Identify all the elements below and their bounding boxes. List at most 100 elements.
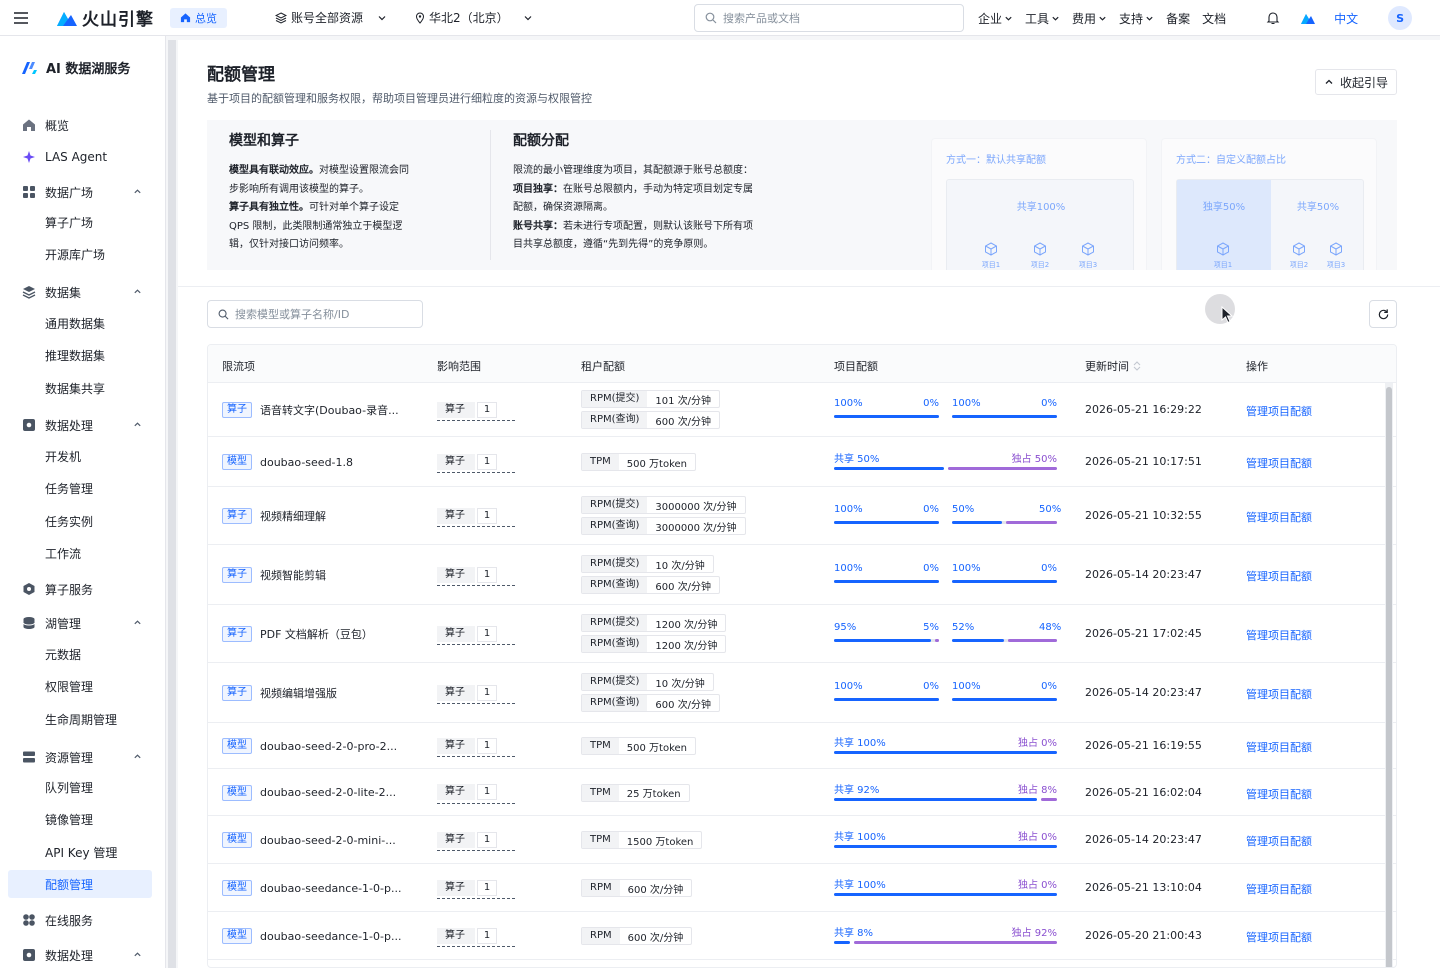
scope-chip[interactable]: 算子 1 (437, 399, 515, 421)
scope-cell[interactable]: 算子 1 (437, 735, 515, 757)
manage-project-quota-link[interactable]: 管理项目配额 (1246, 509, 1312, 525)
scope-cell[interactable]: 算子 1 (437, 505, 515, 527)
model-search-input[interactable]: 搜索模型或算子名称/ID (207, 300, 423, 328)
volcano-app-icon[interactable] (1300, 11, 1316, 25)
sidebar-item-17[interactable]: 权限管理 (0, 672, 165, 700)
scope-chip[interactable]: 算子 1 (437, 735, 515, 757)
home-button[interactable]: 总览 (170, 7, 227, 28)
project-share-percent: 100% (834, 681, 863, 692)
brand-logo[interactable]: 火山引擎 (56, 5, 154, 30)
manage-project-quota-link[interactable]: 管理项目配额 (1246, 686, 1312, 702)
sidebar-item-4[interactable]: 开源库广场 (0, 240, 165, 268)
sidebar-item-8[interactable]: 数据集共享 (0, 374, 165, 402)
home-label: 总览 (195, 11, 217, 25)
sidebar-item-0[interactable]: 概览 (0, 111, 165, 139)
type-tag: 算子 (222, 508, 252, 524)
manage-project-quota-link[interactable]: 管理项目配额 (1246, 833, 1312, 849)
scope-cell[interactable]: 算子 1 (437, 399, 515, 421)
sidebar-item-23[interactable]: 配额管理 (8, 870, 152, 898)
scope-key: 算子 (437, 684, 475, 701)
scope-chip[interactable]: 算子 1 (437, 782, 515, 804)
sidebar-item-12[interactable]: 任务实例 (0, 507, 165, 535)
table-scrollbar-thumb[interactable] (1386, 387, 1392, 967)
sidebar-item-6[interactable]: 通用数据集 (0, 309, 165, 337)
language-switch[interactable]: 中文 (1334, 10, 1358, 27)
scope-chip[interactable]: 算子 1 (437, 505, 515, 527)
scope-cell[interactable]: 算子 1 (437, 564, 515, 586)
manage-project-quota-link[interactable]: 管理项目配额 (1246, 568, 1312, 584)
sidebar-item-20[interactable]: 队列管理 (0, 773, 165, 801)
manage-project-quota-link[interactable]: 管理项目配额 (1246, 455, 1312, 471)
top-links: 企业 工具 费用 支持 备案 文档 中文 S (978, 0, 1413, 36)
sidebar-item-18[interactable]: 生命周期管理 (0, 705, 165, 733)
scope-cell[interactable]: 算子 1 (437, 623, 515, 645)
sidebar-item-10[interactable]: 开发机 (0, 442, 165, 470)
global-search-input[interactable]: 搜索产品或文档 (694, 4, 964, 32)
scope-cell[interactable]: 算子 1 (437, 925, 515, 947)
sidebar-scrollbar[interactable] (168, 40, 176, 968)
scope-cell[interactable]: 算子 1 (437, 682, 515, 704)
sidebar-item-19[interactable]: 资源管理 (0, 743, 165, 771)
sidebar-item-22[interactable]: API Key 管理 (0, 838, 165, 866)
sidebar-item-9[interactable]: 数据处理 (0, 411, 165, 439)
top-link-3[interactable]: 支持 (1119, 10, 1154, 27)
project-share-percent: 共享 100% (834, 738, 886, 749)
scope-cell[interactable]: 算子 1 (437, 877, 515, 899)
manage-project-quota-link[interactable]: 管理项目配额 (1246, 786, 1312, 802)
limit-item-cell: 算子 视频智能剪辑 (222, 566, 326, 584)
scope-cell[interactable]: 算子 1 (437, 782, 515, 804)
scope-chip[interactable]: 算子 1 (437, 623, 515, 645)
scope-chip[interactable]: 算子 1 (437, 925, 515, 947)
sidebar-item-2[interactable]: 数据广场 (0, 178, 165, 206)
bell-icon[interactable] (1266, 11, 1280, 25)
search-icon (218, 309, 229, 319)
sidebar-item-5[interactable]: 数据集 (0, 278, 165, 306)
sidebar-item-7[interactable]: 推理数据集 (0, 341, 165, 369)
avatar[interactable]: S (1388, 6, 1413, 30)
sort-icon[interactable] (1133, 360, 1141, 372)
manage-project-quota-link[interactable]: 管理项目配额 (1246, 627, 1312, 643)
quota-chip: TPM 25 万token (581, 783, 690, 802)
quota-bar-share (834, 467, 944, 470)
scope-cell[interactable]: 算子 1 (437, 451, 515, 473)
top-link-2[interactable]: 费用 (1072, 10, 1107, 27)
sidebar-item-13[interactable]: 工作流 (0, 539, 165, 567)
refresh-button[interactable] (1369, 300, 1397, 328)
sidebar-item-label: 元数据 (45, 647, 82, 662)
collapse-guide-button[interactable]: 收起引导 (1315, 69, 1398, 95)
mode-diagram: 共享100% 项目1 项目2 项目3 (946, 179, 1134, 270)
header-action: 操作 (1246, 360, 1268, 373)
scope-chip[interactable]: 算子 1 (437, 829, 515, 851)
top-link-1[interactable]: 工具 (1025, 10, 1060, 27)
scope-chip[interactable]: 算子 1 (437, 682, 515, 704)
sidebar-item-21[interactable]: 镜像管理 (0, 805, 165, 833)
top-link-4[interactable]: 备案 (1166, 10, 1190, 27)
sidebar-item-16[interactable]: 元数据 (0, 640, 165, 668)
top-link-5[interactable]: 文档 (1202, 10, 1226, 27)
menu-icon[interactable] (11, 8, 31, 28)
sidebar-item-11[interactable]: 任务管理 (0, 474, 165, 502)
sidebar-item-14[interactable]: 算子服务 (0, 575, 165, 603)
scope-chip[interactable]: 算子 1 (437, 564, 515, 586)
sidebar-item-15[interactable]: 湖管理 (0, 609, 165, 637)
region-select[interactable]: 华北2（北京） (415, 9, 533, 26)
sidebar-item-3[interactable]: 算子广场 (0, 208, 165, 236)
sidebar-item-label: 生命周期管理 (45, 712, 118, 727)
sidebar-item-25[interactable]: 数据处理 (0, 941, 165, 968)
manage-project-quota-link[interactable]: 管理项目配额 (1246, 403, 1312, 419)
limit-item-cell: 模型 doubao-seed-2-0-mini-... (222, 831, 396, 849)
project-share-percent: 100% (834, 398, 863, 409)
sidebar-item-1[interactable]: LAS Agent (0, 143, 165, 171)
scope-chip[interactable]: 算子 1 (437, 877, 515, 899)
header-update-time[interactable]: 更新时间 (1085, 358, 1141, 374)
manage-project-quota-link[interactable]: 管理项目配额 (1246, 739, 1312, 755)
chevron-down-icon (1146, 16, 1153, 21)
manage-project-quota-link[interactable]: 管理项目配额 (1246, 881, 1312, 897)
quota-chip: RPM 600 次/分钟 (581, 927, 693, 945)
scope-cell[interactable]: 算子 1 (437, 829, 515, 851)
scope-chip[interactable]: 算子 1 (437, 451, 515, 473)
top-link-0[interactable]: 企业 (978, 10, 1013, 27)
sidebar-item-24[interactable]: 在线服务 (0, 906, 165, 934)
manage-project-quota-link[interactable]: 管理项目配额 (1246, 929, 1312, 945)
account-select[interactable]: 账号全部资源 (275, 9, 387, 26)
